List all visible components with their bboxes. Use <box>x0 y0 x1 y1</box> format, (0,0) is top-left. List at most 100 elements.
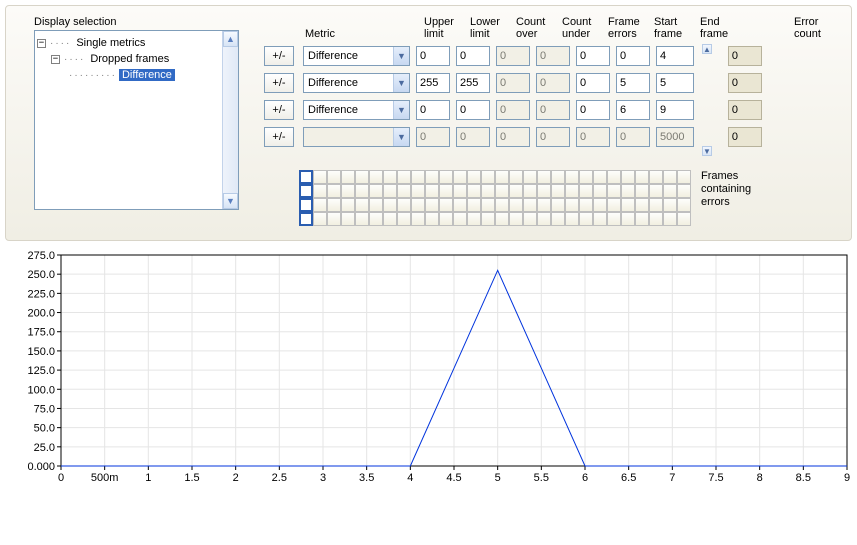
frame-cell[interactable] <box>327 212 341 226</box>
frame-cell[interactable] <box>635 184 649 198</box>
rules-spinner[interactable]: ▲ ▼ <box>702 44 712 156</box>
start-frame-input[interactable]: 0 <box>616 46 650 66</box>
frame-cell[interactable] <box>467 184 481 198</box>
frame-cell[interactable] <box>383 170 397 184</box>
chevron-down-icon[interactable]: ▼ <box>393 74 409 92</box>
frame-cell[interactable] <box>481 184 495 198</box>
frame-cell[interactable] <box>649 184 663 198</box>
frame-cell[interactable] <box>649 198 663 212</box>
frame-cell[interactable] <box>369 212 383 226</box>
frame-cell[interactable] <box>565 198 579 212</box>
frame-cell[interactable] <box>509 184 523 198</box>
end-frame-input[interactable]: 4 <box>656 46 694 66</box>
frame-cell[interactable] <box>425 170 439 184</box>
frame-cell[interactable] <box>481 170 495 184</box>
end-frame-input[interactable]: 9 <box>656 100 694 120</box>
add-remove-button[interactable]: +/- <box>264 127 294 147</box>
frame-cell[interactable] <box>397 212 411 226</box>
frame-cell[interactable] <box>411 184 425 198</box>
frame-cell[interactable] <box>397 198 411 212</box>
upper-limit-input[interactable]: 0 <box>416 100 450 120</box>
frame-cell[interactable] <box>313 184 327 198</box>
frame-cell[interactable] <box>313 170 327 184</box>
frame-cell[interactable] <box>425 184 439 198</box>
frame-cell[interactable] <box>313 198 327 212</box>
frame-cell[interactable] <box>677 184 691 198</box>
add-remove-button[interactable]: +/- <box>264 100 294 120</box>
frame-cell[interactable] <box>467 170 481 184</box>
frame-errors-input[interactable]: 0 <box>576 100 610 120</box>
frame-cell[interactable] <box>537 184 551 198</box>
frame-cell[interactable] <box>453 212 467 226</box>
frame-cell[interactable] <box>523 170 537 184</box>
frame-cell[interactable] <box>621 198 635 212</box>
frame-cell[interactable] <box>369 184 383 198</box>
frame-cell[interactable] <box>397 184 411 198</box>
frame-cell[interactable] <box>593 198 607 212</box>
frame-cell[interactable] <box>495 198 509 212</box>
lower-limit-input[interactable]: 0 <box>456 100 490 120</box>
scroll-up-icon[interactable]: ▲ <box>223 31 238 47</box>
frame-cell[interactable] <box>551 212 565 226</box>
frame-errors-input[interactable]: 0 <box>576 73 610 93</box>
frame-cell[interactable] <box>551 198 565 212</box>
frame-cell[interactable] <box>593 184 607 198</box>
frame-cell[interactable] <box>369 170 383 184</box>
frame-cell[interactable] <box>327 170 341 184</box>
frame-cell[interactable] <box>439 184 453 198</box>
frame-row-selector[interactable] <box>299 212 313 226</box>
add-remove-button[interactable]: +/- <box>264 73 294 93</box>
frame-cell[interactable] <box>467 212 481 226</box>
frame-cell[interactable] <box>341 184 355 198</box>
expander-icon[interactable]: − <box>37 39 46 48</box>
frame-row-selector[interactable] <box>299 184 313 198</box>
frame-cell[interactable] <box>579 170 593 184</box>
frame-cell[interactable] <box>565 184 579 198</box>
spin-up-icon[interactable]: ▲ <box>702 44 712 54</box>
frame-cell[interactable] <box>649 212 663 226</box>
frame-cell[interactable] <box>453 184 467 198</box>
frame-cell[interactable] <box>677 212 691 226</box>
frame-cell[interactable] <box>481 198 495 212</box>
frame-cell[interactable] <box>439 198 453 212</box>
frame-cell[interactable] <box>355 170 369 184</box>
chevron-down-icon[interactable]: ▼ <box>393 101 409 119</box>
tree-scrollbar[interactable]: ▲ ▼ <box>222 31 238 209</box>
frame-cell[interactable] <box>593 170 607 184</box>
metric-select[interactable]: Difference▼ <box>303 46 410 66</box>
frame-cell[interactable] <box>663 184 677 198</box>
frame-cell[interactable] <box>313 212 327 226</box>
tree-node-leaf[interactable]: ········· Difference <box>69 67 236 83</box>
frame-cell[interactable] <box>621 184 635 198</box>
frame-cell[interactable] <box>341 198 355 212</box>
frame-cell[interactable] <box>383 184 397 198</box>
frame-cell[interactable] <box>663 170 677 184</box>
frame-cell[interactable] <box>453 198 467 212</box>
frame-cell[interactable] <box>607 170 621 184</box>
frame-cell[interactable] <box>607 198 621 212</box>
frame-cell[interactable] <box>481 212 495 226</box>
frame-cell[interactable] <box>663 198 677 212</box>
frame-cell[interactable] <box>551 170 565 184</box>
frame-cell[interactable] <box>607 184 621 198</box>
frame-cell[interactable] <box>495 212 509 226</box>
frame-cell[interactable] <box>341 212 355 226</box>
frame-cell[interactable] <box>509 198 523 212</box>
start-frame-input[interactable]: 5 <box>616 73 650 93</box>
frame-cell[interactable] <box>425 212 439 226</box>
frame-cell[interactable] <box>425 198 439 212</box>
frame-cell[interactable] <box>327 184 341 198</box>
frame-cell[interactable] <box>579 212 593 226</box>
frame-cell[interactable] <box>523 212 537 226</box>
frame-cell[interactable] <box>327 198 341 212</box>
frame-cell[interactable] <box>537 170 551 184</box>
tree-node-root[interactable]: − ···· Single metrics <box>37 35 236 51</box>
tree-view[interactable]: − ···· Single metrics − ···· Dropped fra… <box>34 30 239 210</box>
frame-cell[interactable] <box>397 170 411 184</box>
frame-cell[interactable] <box>439 170 453 184</box>
frame-cell[interactable] <box>411 170 425 184</box>
frame-cell[interactable] <box>341 170 355 184</box>
frame-cell[interactable] <box>467 198 481 212</box>
frame-cell[interactable] <box>593 212 607 226</box>
upper-limit-input[interactable]: 255 <box>416 73 450 93</box>
